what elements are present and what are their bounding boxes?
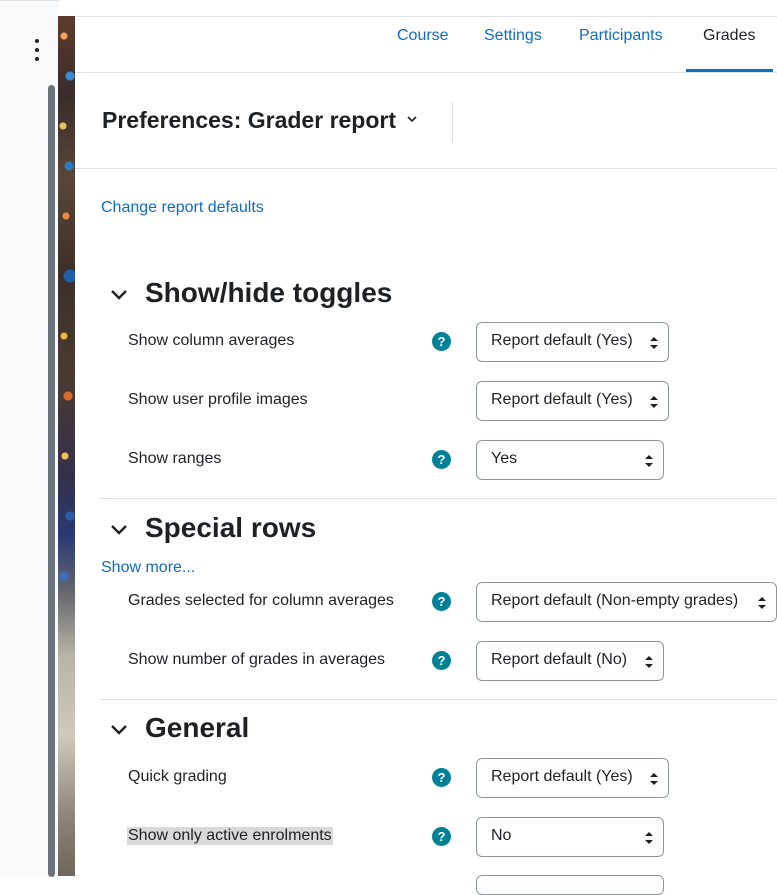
chevron-down-icon[interactable] bbox=[108, 718, 130, 740]
show-more-link[interactable]: Show more... bbox=[101, 559, 195, 577]
help-icon[interactable]: ? bbox=[432, 592, 451, 611]
tab-participants[interactable]: Participants bbox=[579, 27, 663, 72]
more-actions-icon[interactable] bbox=[30, 39, 44, 61]
section-divider bbox=[100, 498, 777, 499]
caret-up-down-icon bbox=[645, 832, 653, 844]
chevron-down-icon[interactable] bbox=[108, 518, 130, 540]
chevron-down-icon[interactable] bbox=[406, 113, 418, 125]
select-show-column-averages[interactable]: Report default (Yes) bbox=[476, 322, 669, 362]
select-quick-grading[interactable]: Report default (Yes) bbox=[476, 758, 669, 798]
header-divider bbox=[452, 102, 453, 142]
section-title-special-rows[interactable]: Special rows bbox=[145, 512, 316, 544]
select-value: Report default (Yes) bbox=[491, 332, 633, 349]
select-show-user-profile-images[interactable]: Report default (Yes) bbox=[476, 381, 669, 421]
section-divider bbox=[100, 699, 777, 700]
label-show-column-averages: Show column averages bbox=[128, 332, 295, 349]
help-icon[interactable]: ? bbox=[432, 768, 451, 787]
main-content: Course Settings Participants Grades Pref… bbox=[75, 16, 777, 895]
select-grades-selected-for-column-averages[interactable]: Report default (Non-empty grades) bbox=[476, 582, 777, 622]
caret-up-down-icon bbox=[650, 337, 658, 349]
caret-up-down-icon bbox=[645, 656, 653, 668]
scrollbar[interactable] bbox=[48, 85, 55, 877]
label-show-user-profile-images: Show user profile images bbox=[128, 391, 308, 408]
section-title-toggles[interactable]: Show/hide toggles bbox=[145, 277, 392, 309]
help-icon[interactable]: ? bbox=[432, 450, 451, 469]
select-value: Report default (Yes) bbox=[491, 391, 633, 408]
caret-up-down-icon bbox=[650, 773, 658, 785]
label-grades-selected-for-column-averages: Grades selected for column averages bbox=[128, 592, 394, 609]
section-title-general[interactable]: General bbox=[145, 712, 249, 744]
label-show-ranges: Show ranges bbox=[128, 450, 222, 467]
tab-course[interactable]: Course bbox=[397, 27, 449, 72]
caret-up-down-icon bbox=[645, 455, 653, 467]
select-value: Yes bbox=[491, 450, 518, 467]
page-title[interactable]: Preferences: Grader report bbox=[102, 107, 396, 134]
change-report-defaults-link[interactable]: Change report defaults bbox=[101, 199, 264, 217]
caret-up-down-icon bbox=[650, 396, 658, 408]
select-value: No bbox=[491, 827, 512, 844]
help-icon[interactable]: ? bbox=[432, 332, 451, 351]
select-next-setting[interactable] bbox=[476, 875, 664, 895]
caret-up-down-icon bbox=[758, 597, 766, 609]
background-image bbox=[58, 16, 75, 876]
help-icon[interactable]: ? bbox=[432, 827, 451, 846]
select-show-only-active-enrolments[interactable]: No bbox=[476, 817, 664, 857]
left-drawer bbox=[0, 0, 58, 877]
help-icon[interactable]: ? bbox=[432, 651, 451, 670]
label-quick-grading: Quick grading bbox=[128, 768, 227, 785]
label-show-only-active-enrolments: Show only active enrolments bbox=[127, 827, 333, 845]
label-show-number-of-grades-in-averages: Show number of grades in averages bbox=[128, 651, 386, 668]
report-selector-header: Preferences: Grader report bbox=[75, 72, 777, 169]
select-value: Report default (No) bbox=[491, 651, 628, 668]
tab-settings[interactable]: Settings bbox=[484, 27, 542, 72]
tab-grades[interactable]: Grades bbox=[686, 27, 773, 72]
select-value: Report default (Yes) bbox=[491, 768, 633, 785]
select-value: Report default (Non-empty grades) bbox=[491, 592, 739, 609]
select-show-number-of-grades-in-averages[interactable]: Report default (No) bbox=[476, 641, 664, 681]
course-nav-tabs: Course Settings Participants Grades bbox=[75, 17, 777, 73]
chevron-down-icon[interactable] bbox=[108, 283, 130, 305]
select-show-ranges[interactable]: Yes bbox=[476, 440, 664, 480]
